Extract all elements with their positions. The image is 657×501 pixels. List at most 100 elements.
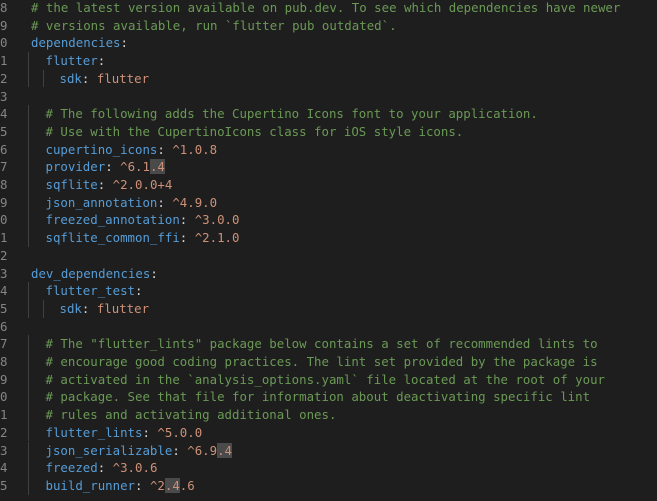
indent-guide (28, 69, 29, 88)
code-line[interactable]: flutter: (18, 52, 657, 70)
line-number: 9 (0, 371, 8, 387)
code-line[interactable] (18, 318, 657, 336)
code-line[interactable]: flutter_lints: ^5.0.0 (18, 423, 657, 442)
code-line[interactable]: sqflite: ^2.0.0+4 (18, 176, 657, 194)
code-line[interactable]: flutter_test: (18, 282, 657, 300)
punctuation: : (105, 159, 121, 175)
comment: # package. See that file for information… (45, 389, 591, 405)
code-line-content: # the latest version available on pub.de… (31, 0, 620, 17)
line-number: 6 (0, 141, 8, 157)
indent-guide (42, 299, 44, 318)
indent-guide (42, 69, 44, 88)
code-line[interactable]: freezed_annotation: ^3.0.0 (18, 211, 657, 230)
comment: # the latest version available on pub.de… (31, 0, 621, 15)
code-line-content: # The "flutter_lints" package below cont… (46, 335, 598, 353)
indent-guide (28, 52, 29, 70)
code-line[interactable]: dev_dependencies: (18, 265, 657, 283)
indent-guide (28, 459, 29, 477)
punctuation: : (179, 230, 195, 246)
line-number: 7 (0, 336, 8, 352)
code-line[interactable]: sdk: flutter (18, 69, 657, 88)
yaml-key: flutter_test (45, 283, 136, 299)
code-line-content: # encourage good coding practices. The l… (46, 353, 598, 371)
code-line-content: cupertino_icons: ^1.0.8 (46, 141, 218, 159)
yaml-key: sqflite (45, 177, 98, 192)
code-line[interactable]: # activated in the `analysis_options.yam… (18, 370, 657, 389)
code-line[interactable]: # package. See that file for information… (18, 388, 657, 407)
line-number: 8 (0, 0, 8, 15)
indent-guide (28, 353, 29, 371)
indent-guide (28, 176, 29, 194)
yaml-value: ^5.0.0 (157, 424, 203, 440)
yaml-value: flutter (96, 300, 150, 316)
code-line[interactable]: sdk: flutter (18, 299, 657, 318)
line-number: 3 (0, 265, 8, 281)
code-editor[interactable]: 8901234567890123456789012345 # the lates… (0, 0, 657, 501)
punctuation: : (150, 265, 158, 281)
code-line[interactable]: # the latest version available on pub.de… (18, 0, 657, 17)
punctuation: : (135, 283, 143, 299)
code-line[interactable] (18, 247, 657, 265)
yaml-key: freezed (45, 460, 98, 476)
code-line[interactable]: # encourage good coding practices. The l… (18, 353, 657, 371)
yaml-key: sdk (59, 70, 82, 86)
code-line[interactable]: cupertino_icons: ^1.0.8 (18, 140, 657, 159)
punctuation: : (97, 460, 113, 476)
yaml-value: flutter (96, 70, 150, 86)
yaml-value: .4 (149, 159, 165, 175)
yaml-value: ^3.0.0 (194, 212, 240, 228)
comment: # versions available, run `flutter pub o… (31, 17, 397, 33)
yaml-value: .6 (179, 477, 195, 493)
yaml-value: ^6.1 (120, 159, 150, 175)
code-area[interactable]: # the latest version available on pub.de… (18, 0, 657, 501)
code-line-content: # versions available, run `flutter pub o… (31, 17, 397, 35)
code-line[interactable]: dependencies: (18, 34, 657, 52)
comment: # The "flutter_lints" package below cont… (45, 336, 598, 352)
code-line[interactable]: # The following adds the Cupertino Icons… (18, 105, 657, 123)
code-line-content: sdk: flutter (60, 70, 150, 88)
punctuation: : (157, 141, 173, 157)
code-line[interactable]: json_serializable: ^6.9.4 (18, 441, 657, 460)
line-number: 5 (0, 477, 8, 493)
yaml-value: ^2.1.0 (194, 230, 240, 246)
yaml-value: ^4.9.0 (172, 194, 218, 210)
code-line[interactable]: freezed: ^3.0.6 (18, 459, 657, 477)
code-line[interactable]: sqflite_common_ffi: ^2.1.0 (18, 229, 657, 247)
code-line[interactable]: # Use with the CupertinoIcons class for … (18, 122, 657, 141)
punctuation: : (81, 70, 97, 86)
indent-guide (28, 105, 29, 123)
yaml-value: ^3.0.6 (112, 460, 158, 476)
indent-guide (28, 158, 29, 176)
yaml-key: freezed_annotation (45, 212, 180, 228)
code-line[interactable]: # versions available, run `flutter pub o… (18, 17, 657, 35)
code-line-content: flutter_test: (46, 282, 143, 300)
punctuation: : (172, 442, 188, 458)
code-line[interactable]: # The "flutter_lints" package below cont… (18, 335, 657, 353)
indent-guide (28, 423, 29, 442)
indent-guide (28, 140, 29, 159)
code-line-content: dev_dependencies: (31, 265, 158, 283)
line-number: 8 (0, 177, 8, 192)
indent-guide (28, 229, 29, 247)
code-line-content: freezed_annotation: ^3.0.0 (46, 211, 240, 229)
code-line[interactable]: json_annotation: ^4.9.0 (18, 193, 657, 212)
line-number: 6 (0, 318, 8, 334)
code-line-content: json_serializable: ^6.9.4 (46, 442, 233, 460)
indent-guide (28, 335, 29, 353)
code-line[interactable] (18, 88, 657, 106)
punctuation: : (135, 477, 150, 493)
punctuation: : (81, 300, 97, 316)
comment: # Use with the CupertinoIcons class for … (45, 123, 464, 139)
yaml-key: cupertino_icons (45, 141, 158, 157)
indent-guide (28, 476, 29, 495)
code-line[interactable]: # rules and activating additional ones. (18, 406, 657, 424)
code-line-content: json_annotation: ^4.9.0 (46, 194, 218, 212)
code-line-content: freezed: ^3.0.6 (46, 459, 158, 477)
indent-guide (28, 282, 29, 300)
code-line[interactable]: build_runner: ^2.4.6 (18, 476, 657, 495)
code-line[interactable]: provider: ^6.1.4 (18, 158, 657, 176)
code-line-content: # activated in the `analysis_options.yam… (46, 371, 606, 389)
line-number: 5 (0, 300, 8, 316)
line-number: 2 (0, 424, 8, 440)
code-line-content: # package. See that file for information… (46, 388, 591, 406)
